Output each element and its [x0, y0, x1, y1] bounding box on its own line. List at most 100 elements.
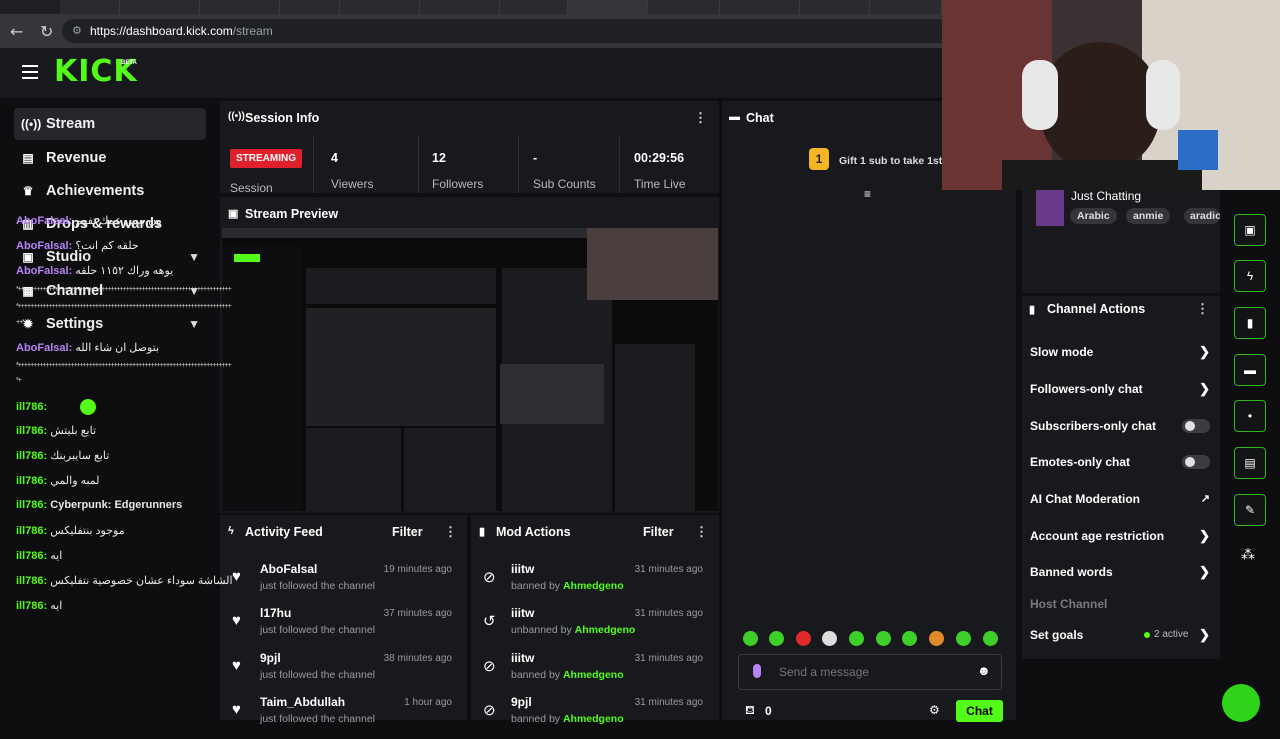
category-name[interactable]: Just Chatting: [1071, 189, 1141, 203]
chat-message-input[interactable]: [779, 663, 969, 681]
viewers-value: 4: [331, 151, 338, 165]
goals-status: 2 active: [1154, 629, 1189, 640]
chat-input-box[interactable]: ☻: [738, 654, 1002, 690]
chat-message: ill786: الشاشة سوداء عشان خصوصية نتفليكس: [16, 575, 233, 587]
set-goals-row[interactable]: Set goals 2 active ❯: [1030, 623, 1210, 647]
emote-icon[interactable]: [929, 631, 944, 646]
sidebar-item-achievements[interactable]: ♛ Achievements: [14, 175, 206, 207]
activity-filter-button[interactable]: Filter: [392, 525, 423, 539]
streaming-badge: STREAMING: [230, 149, 302, 168]
list-item: ♥ 9pjl just followed the channel 38 minu…: [220, 651, 460, 695]
emotes-only-row: Emotes-only chat: [1030, 450, 1210, 474]
slow-mode-row[interactable]: Slow mode ❯: [1030, 340, 1210, 364]
preview-logo: [234, 254, 260, 262]
tag-chip[interactable]: aradic: [1184, 208, 1220, 224]
row-label: Account age restriction: [1030, 529, 1165, 543]
chart-icon: ▤: [22, 151, 34, 165]
browser-tab[interactable]: [720, 0, 800, 14]
more-menu-icon[interactable]: ⋮: [444, 524, 457, 540]
divider: [313, 135, 314, 193]
account-age-row[interactable]: Account age restriction ❯: [1030, 524, 1210, 548]
host-channel-row: Host Channel: [1030, 597, 1108, 611]
emote-icon[interactable]: [876, 631, 891, 646]
list-item: ⊘ 9pjl banned by Ahmedgeno 31 minutes ag…: [471, 695, 711, 739]
beta-badge: BETA: [121, 60, 137, 66]
banned-words-row[interactable]: Banned words ❯: [1030, 560, 1210, 584]
emote-icon[interactable]: [902, 631, 917, 646]
lightning-icon[interactable]: ϟ: [1234, 260, 1266, 292]
chat-bubble-icon[interactable]: ▬: [1234, 354, 1266, 386]
browser-tab[interactable]: [120, 0, 200, 14]
preview-webcam: [587, 228, 718, 300]
follower-name[interactable]: Taim_Abdullah: [260, 695, 345, 709]
pinned-icon[interactable]: ≡: [864, 187, 871, 201]
browser-tab[interactable]: [800, 0, 870, 14]
tag-chip[interactable]: anmie: [1126, 208, 1171, 224]
sidebar-item-revenue[interactable]: ▤ Revenue: [14, 142, 206, 174]
browser-tab[interactable]: [340, 0, 420, 14]
emote-icon[interactable]: [822, 631, 837, 646]
emoji-icon[interactable]: ☻: [977, 663, 991, 678]
emote-icon[interactable]: [956, 631, 971, 646]
follower-name[interactable]: 9pjl: [260, 651, 281, 665]
chat-message: ill786:: [16, 399, 286, 415]
subscribers-only-toggle[interactable]: [1182, 419, 1210, 433]
browser-tab[interactable]: [420, 0, 500, 14]
browser-tab-active[interactable]: [568, 0, 648, 14]
browser-tab[interactable]: [60, 0, 120, 14]
sidebar-item-stream[interactable]: ((•)) Stream: [14, 108, 206, 140]
more-menu-icon[interactable]: ⋮: [1196, 301, 1209, 317]
stream-preview-video[interactable]: [222, 228, 718, 511]
document-icon[interactable]: ▮: [1234, 307, 1266, 339]
site-info-icon[interactable]: ⚙: [72, 19, 82, 43]
preview-mod: [404, 428, 496, 511]
preview-toggle-icon[interactable]: ▣: [1234, 214, 1266, 246]
moderated-user[interactable]: iiitw: [511, 606, 534, 620]
moderated-user[interactable]: iiitw: [511, 651, 534, 665]
row-label: Subscribers-only chat: [1030, 419, 1157, 433]
browser-tab[interactable]: [648, 0, 720, 14]
gift-icon[interactable]: ⛾: [745, 703, 755, 719]
back-arrow-icon[interactable]: ←: [10, 22, 23, 41]
emotes-only-toggle[interactable]: [1182, 455, 1210, 469]
row-label: Set goals: [1030, 628, 1084, 642]
emote-icon[interactable]: [796, 631, 811, 646]
list-item: ♥ Taim_Abdullah just followed the channe…: [220, 695, 460, 739]
browser-tab[interactable]: [500, 0, 568, 14]
send-chat-button[interactable]: Chat: [956, 700, 1003, 722]
menu-icon[interactable]: [22, 65, 38, 79]
divider: [418, 135, 419, 193]
followers-only-row[interactable]: Followers-only chat ❯: [1030, 377, 1210, 401]
gift-sub-text[interactable]: Gift 1 sub to take 1st: [839, 155, 942, 167]
layout-icon[interactable]: ▤: [1234, 447, 1266, 479]
connections-icon[interactable]: ⁂: [1241, 546, 1255, 563]
sidebar-item-label: Stream: [46, 116, 96, 132]
tag-chip[interactable]: Arabic: [1070, 208, 1117, 224]
chat-message: AboFalsal: ون بيس عمك تفهم: [16, 215, 162, 227]
more-menu-icon[interactable]: ⋮: [695, 524, 708, 540]
chat-settings-gear-icon[interactable]: ⚙: [929, 703, 940, 717]
reload-icon[interactable]: ↻: [40, 22, 53, 41]
microphone-icon[interactable]: [753, 664, 761, 678]
mod-filter-button[interactable]: Filter: [643, 525, 674, 539]
gift-count-badge[interactable]: 1: [809, 148, 829, 170]
ai-moderation-row[interactable]: AI Chat Moderation ↗: [1030, 487, 1210, 511]
more-menu-icon[interactable]: ⋮: [694, 110, 707, 126]
wrench-icon[interactable]: ✎: [1234, 494, 1266, 526]
browser-tab[interactable]: [870, 0, 942, 14]
chat-message: ill786: Cyberpunk: Edgerunners: [16, 499, 183, 511]
emote-icon[interactable]: [743, 631, 758, 646]
timestamp: 31 minutes ago: [634, 653, 703, 664]
heart-icon: ♥: [232, 612, 241, 629]
browser-tab[interactable]: [200, 0, 280, 14]
category-thumbnail[interactable]: [1036, 188, 1064, 226]
emote-icon[interactable]: [849, 631, 864, 646]
timestamp: 31 minutes ago: [634, 697, 703, 708]
browser-tab[interactable]: [280, 0, 340, 14]
emote-icon[interactable]: [769, 631, 784, 646]
moderated-user[interactable]: 9pjl: [511, 695, 532, 709]
support-headset-icon[interactable]: [1222, 684, 1260, 722]
emote-icon[interactable]: [983, 631, 998, 646]
broadcast-icon[interactable]: •: [1234, 400, 1266, 432]
moderated-user[interactable]: iiitw: [511, 562, 534, 576]
